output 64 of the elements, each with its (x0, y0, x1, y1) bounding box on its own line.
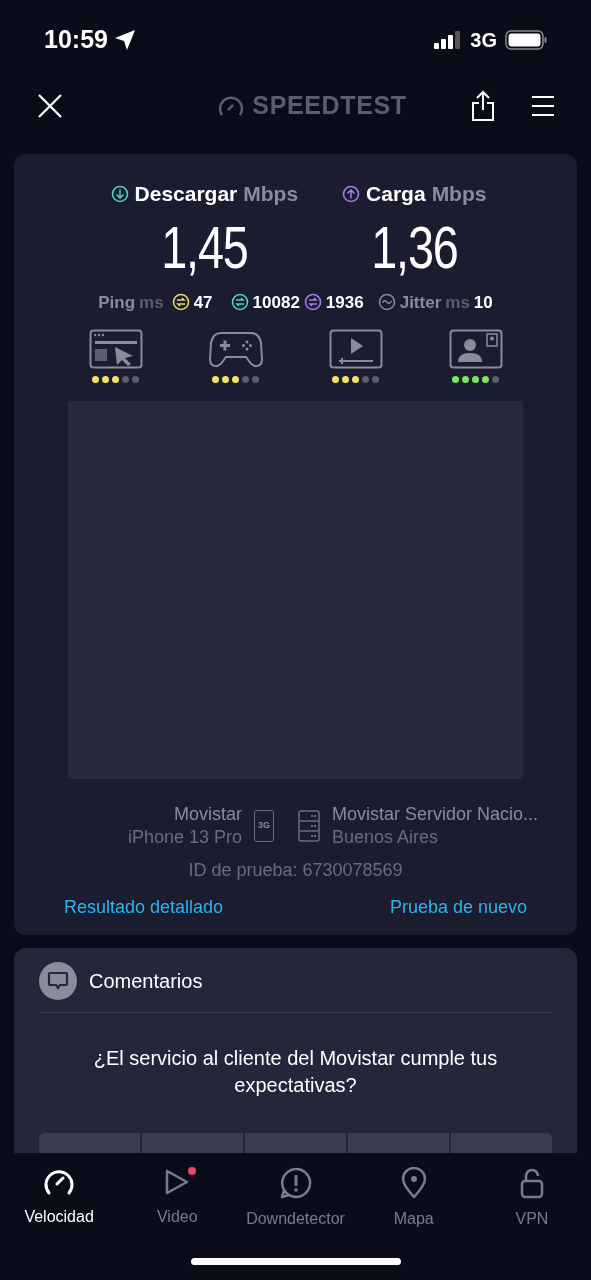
close-button[interactable] (36, 92, 64, 120)
feedback-question: ¿El servicio al cliente del Movistar cumple tus expectativas? (92, 1046, 499, 1098)
tab-item[interactable]: Mapa (354, 1167, 473, 1229)
phone-network-text: 3G (258, 819, 270, 833)
jitter-value: 10 (473, 291, 493, 314)
gamepad-icon (208, 329, 263, 369)
share-icon (471, 90, 495, 122)
metric-unit: Mbps (243, 181, 299, 207)
tab-item[interactable]: Video (118, 1167, 237, 1229)
jitter-unit: ms (445, 291, 470, 314)
upload-latency: 1936 (325, 291, 364, 314)
signal-icon (434, 31, 463, 49)
tab-item[interactable]: VPN (472, 1167, 591, 1229)
share-button[interactable] (471, 90, 495, 122)
browser-cursor-icon (88, 329, 143, 369)
jitter-label: Jitter (399, 291, 442, 314)
speed-value: 1,36 (371, 212, 458, 283)
comment-icon (39, 962, 77, 1000)
ping-unit: ms (139, 291, 164, 314)
menu-icon (531, 95, 555, 117)
metric-unit: Mbps (431, 181, 487, 207)
rating-option[interactable] (39, 1133, 140, 1153)
test-id: ID de prueba: 6730078569 (188, 859, 403, 882)
play-icon (164, 1168, 191, 1196)
location-arrow-icon (113, 29, 136, 51)
tab-item[interactable]: Velocidad (0, 1167, 119, 1229)
download-latency: 10082 (252, 291, 300, 314)
latency-icon (171, 293, 190, 312)
rating-option[interactable] (451, 1133, 552, 1153)
close-icon (37, 93, 63, 119)
upload-icon (342, 184, 361, 203)
rating-option[interactable] (245, 1133, 346, 1153)
metric-label: Descargar (134, 181, 238, 207)
tab-item[interactable]: Downdetector (236, 1167, 355, 1229)
download-icon (110, 184, 129, 203)
device-name: iPhone 13 Pro (127, 826, 242, 849)
status-time: 10:59 (44, 24, 108, 56)
section-title: Comentarios (89, 969, 203, 994)
latency-icon (230, 293, 249, 312)
network-type: 3G (470, 28, 497, 53)
menu-button[interactable] (531, 95, 555, 117)
rating-option[interactable] (348, 1133, 449, 1153)
server-location: Buenos Aires (332, 826, 440, 849)
server-icon (298, 810, 320, 842)
video-call-icon (448, 329, 503, 369)
metric-label: Carga (366, 181, 426, 207)
jitter-icon (377, 293, 396, 312)
speedometer-icon (218, 95, 245, 117)
ping-value: 47 (193, 291, 213, 314)
gauge-icon (43, 1168, 76, 1196)
ping-label: Ping (98, 291, 136, 314)
provider-name: Movistar (174, 803, 242, 826)
map-pin-icon (400, 1167, 427, 1199)
server-name: Movistar Servidor Nacio... (332, 803, 539, 826)
detailed-result-link[interactable]: Resultado detallado (64, 894, 224, 921)
alert-icon (279, 1167, 312, 1199)
retry-link[interactable]: Prueba de nuevo (389, 894, 527, 921)
video-player-icon (328, 329, 383, 369)
speed-value: 1,45 (161, 212, 248, 283)
latency-icon (303, 293, 322, 312)
rating-option[interactable] (142, 1133, 243, 1153)
app-logo: SPEEDTEST (252, 90, 407, 122)
unlocked-padlock-icon (519, 1167, 544, 1199)
battery-icon (505, 30, 547, 50)
